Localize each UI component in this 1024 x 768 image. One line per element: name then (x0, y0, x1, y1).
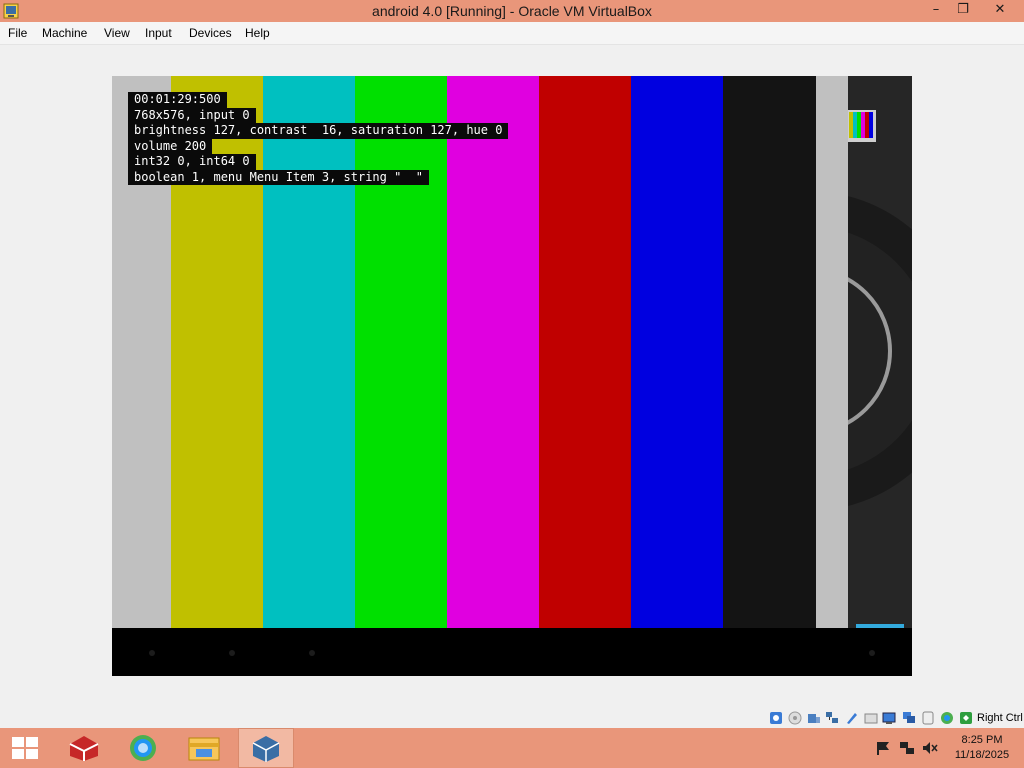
menu-view[interactable]: View (104, 22, 130, 44)
mouse-integration-icon[interactable] (921, 711, 935, 725)
menu-bar: File Machine View Input Devices Help (0, 22, 1024, 45)
virtualbox-window: android 4.0 [Running] - Oracle VM Virtua… (0, 0, 1024, 728)
menu-file[interactable]: File (8, 22, 27, 44)
osd-picture: brightness 127, contrast 16, saturation … (128, 123, 509, 139)
optical-drive-icon[interactable] (788, 711, 802, 725)
minimize-button[interactable]: – (922, 0, 950, 22)
file-explorer-icon (188, 737, 220, 761)
menu-devices[interactable]: Devices (189, 22, 232, 44)
shared-folders-icon[interactable] (864, 711, 878, 725)
osd-misc: boolean 1, menu Menu Item 3, string " " (128, 169, 429, 185)
android-circle-graphic (848, 76, 912, 628)
nav-recents-button[interactable] (309, 650, 315, 656)
osd-ints: int32 0, int64 0 (128, 154, 256, 170)
nav-home-button[interactable] (229, 650, 235, 656)
nav-back-button[interactable] (149, 650, 155, 656)
windows-logo-icon (12, 737, 38, 759)
volume-muted-icon[interactable] (922, 741, 938, 755)
virtualbox-icon (252, 736, 280, 762)
host-key-arrow-icon[interactable] (959, 711, 973, 725)
close-button[interactable]: ✕ (978, 0, 1022, 22)
vm-display[interactable]: 00:01:29:500 768x576, input 0 brightness… (112, 76, 912, 676)
cpu-icon[interactable] (940, 711, 954, 725)
window-title: android 4.0 [Running] - Oracle VM Virtua… (372, 3, 652, 19)
menu-input[interactable]: Input (145, 22, 172, 44)
nav-menu-button[interactable] (869, 650, 875, 656)
osd-overlay: 00:01:29:500 768x576, input 0 brightness… (128, 92, 509, 185)
taskbar-virtualbox[interactable] (238, 728, 294, 768)
color-bar (631, 76, 723, 628)
taskbar: 8:25 PM 11/18/2025 (0, 728, 1024, 768)
menu-help[interactable]: Help (245, 22, 270, 44)
clock-date: 11/18/2025 (954, 749, 1010, 761)
status-bar: Right Ctrl (0, 708, 1024, 728)
color-bar (816, 76, 848, 628)
color-bar (723, 76, 816, 628)
hard-disk-icon[interactable] (769, 711, 783, 725)
system-clock[interactable]: 8:25 PM 11/18/2025 (946, 733, 1018, 763)
osd-timecode: 00:01:29:500 (128, 92, 227, 108)
clock-time: 8:25 PM (961, 734, 1003, 746)
browser-icon (130, 735, 156, 761)
video-capture-icon[interactable] (902, 711, 916, 725)
android-nav-bar (112, 628, 912, 676)
taskbar-file-explorer[interactable] (176, 728, 232, 768)
restore-button[interactable]: ❐ (950, 0, 976, 22)
thumbnail-icon[interactable] (848, 110, 876, 142)
app-red-box-icon (69, 736, 99, 761)
action-center-flag-icon[interactable] (875, 741, 891, 755)
android-side-panel (848, 76, 912, 628)
title-bar[interactable]: android 4.0 [Running] - Oracle VM Virtua… (0, 0, 1024, 22)
network-tray-icon[interactable] (899, 741, 915, 755)
network-icon[interactable] (825, 711, 839, 725)
taskbar-app-red-box[interactable] (56, 728, 112, 768)
display-icon[interactable] (882, 711, 896, 725)
taskbar-browser[interactable] (115, 728, 171, 768)
osd-volume: volume 200 (128, 138, 213, 154)
color-bar (539, 76, 631, 628)
host-key-label: Right Ctrl (977, 712, 1023, 724)
menu-machine[interactable]: Machine (42, 22, 87, 44)
audio-icon[interactable] (807, 711, 821, 725)
osd-resolution: 768x576, input 0 (128, 107, 256, 123)
usb-icon[interactable] (845, 711, 859, 725)
start-button[interactable] (0, 728, 56, 768)
